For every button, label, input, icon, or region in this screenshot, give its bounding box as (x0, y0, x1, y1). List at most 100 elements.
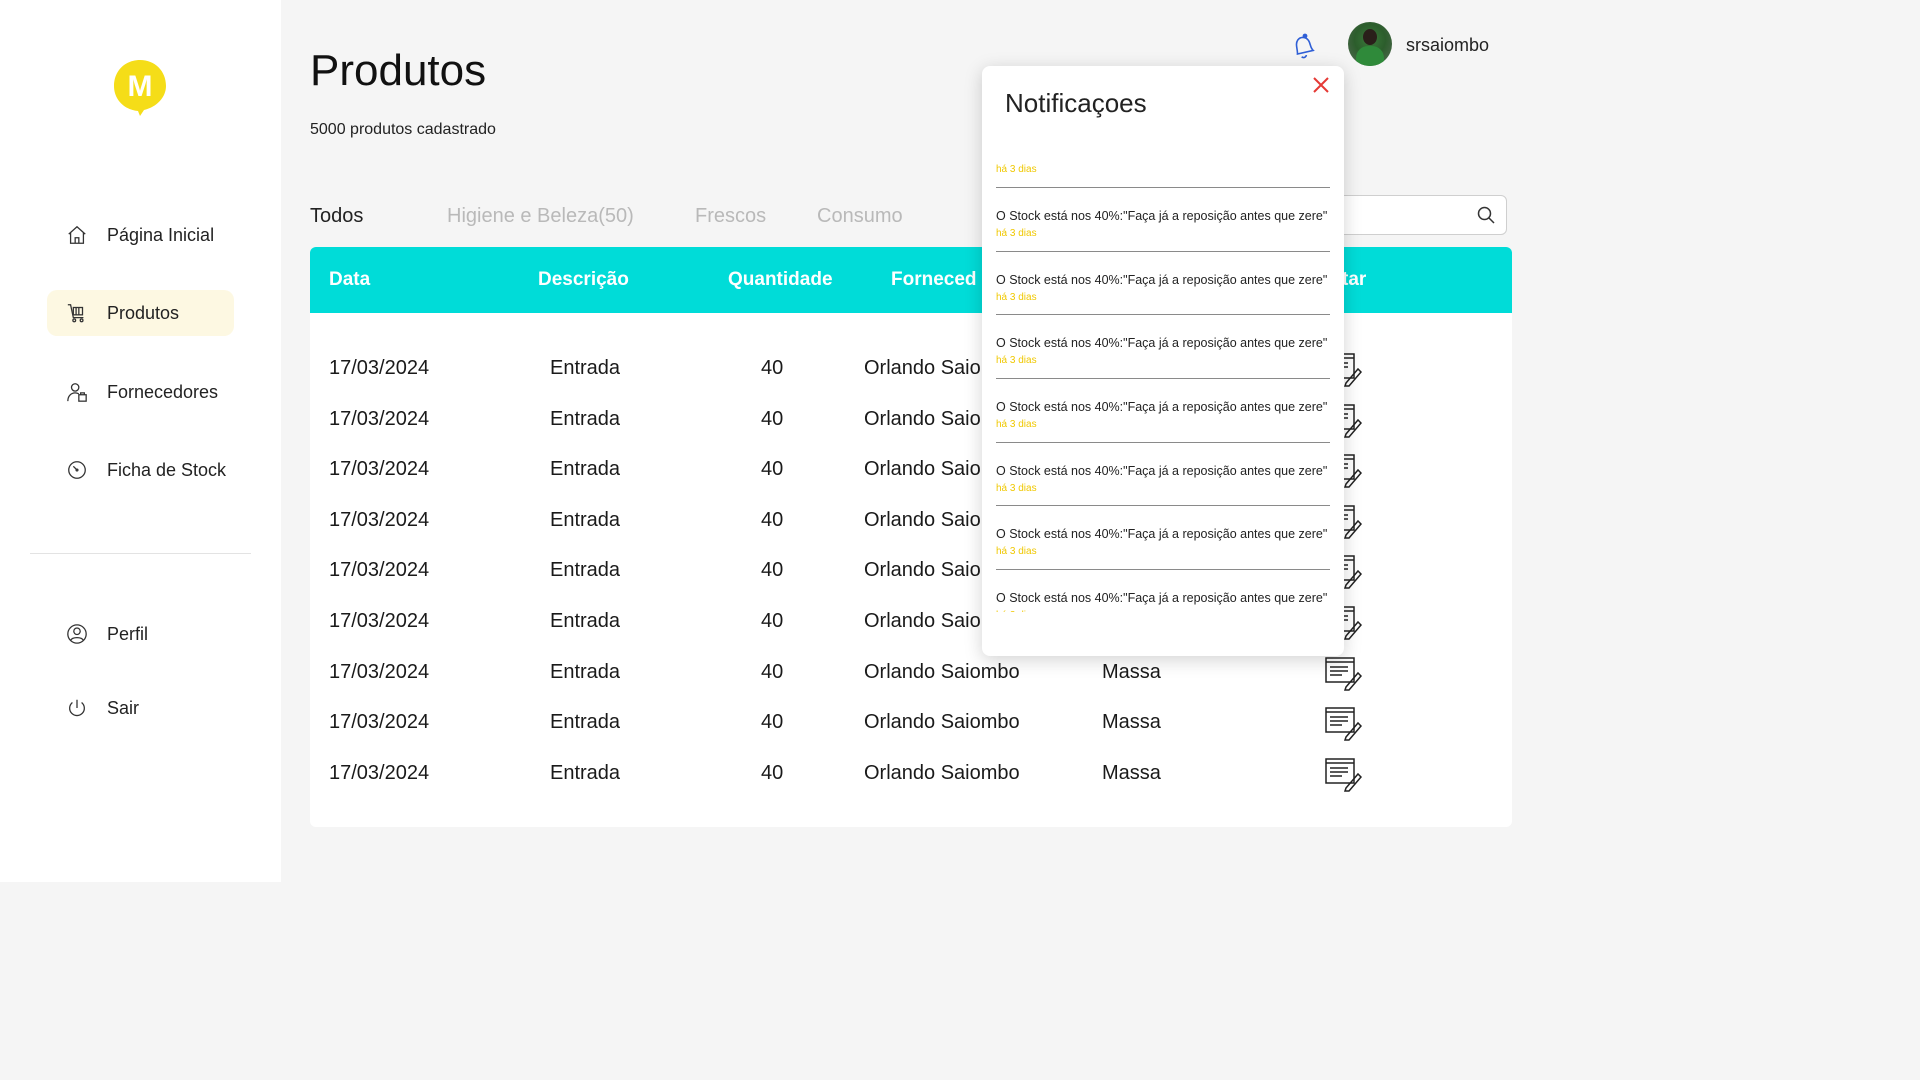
sidebar-item-label: Página Inicial (107, 224, 215, 245)
sidebar-item-perfil[interactable]: Perfil (47, 611, 234, 657)
cell-descricao: Entrada (550, 610, 621, 632)
cell-descricao: Entrada (550, 660, 621, 683)
column-header-editar[interactable]: tar (1342, 269, 1366, 291)
notification-time: há 3 dias (996, 164, 1037, 175)
sidebar-item-label: Perfil (107, 623, 149, 644)
sidebar: M Página Inicial Produtos Fornecedores F… (0, 0, 281, 882)
cell-categoria: Massa (1102, 711, 1161, 734)
cell-date: 17/03/2024 (329, 407, 430, 430)
clock-icon (65, 458, 89, 482)
cell-fornecedor: Orlando Saiombo (864, 711, 1020, 734)
cell-date: 17/03/2024 (329, 458, 430, 481)
username[interactable]: srsaiombo (1406, 35, 1489, 56)
notification-time: há 3 dias (996, 355, 1037, 367)
cell-categoria: Massa (1102, 761, 1161, 784)
search-box (1320, 195, 1507, 235)
cell-quantidade: 40 (761, 508, 784, 531)
cell-fornecedor: Orlando Saio (864, 559, 981, 582)
cell-categoria: Massa (1102, 660, 1161, 683)
cell-fornecedor: Orlando Saio (864, 407, 981, 430)
notification-time: há 3 dias (996, 482, 1037, 494)
sidebar-item-label: Ficha de Stock (107, 459, 227, 480)
cell-fornecedor: Orlando Saio (864, 357, 981, 379)
sidebar-item-fornecedores[interactable]: Fornecedores (47, 369, 234, 415)
notification-item[interactable]: O Stock está nos 40%:"Faça já a reposiçã… (996, 379, 1330, 443)
cell-fornecedor: Orlando Saio (864, 610, 981, 632)
cell-quantidade: 40 (761, 761, 784, 784)
sidebar-item-label: Produtos (107, 302, 180, 323)
edit-icon[interactable] (1324, 703, 1363, 741)
cell-quantidade: 40 (761, 407, 784, 430)
cell-fornecedor: Orlando Saiombo (864, 761, 1020, 784)
cell-fornecedor: Orlando Saiombo (864, 660, 1020, 683)
cell-date: 17/03/2024 (329, 357, 430, 379)
cell-date: 17/03/2024 (329, 761, 430, 784)
page-subtitle: 5000 produtos cadastrado (310, 121, 496, 138)
cell-date: 17/03/2024 (329, 660, 430, 683)
notification-item[interactable]: O Stock está nos 40%:"Faça já a reposiçã… (996, 188, 1330, 252)
notification-item[interactable]: O Stock está nos 40%:"Faça já a reposiçã… (996, 506, 1330, 571)
notifications-list[interactable]: há 3 dias O Stock está nos 40%:"Faça já a… (996, 156, 1330, 612)
cell-descricao: Entrada (550, 559, 621, 582)
cell-quantidade: 40 (761, 711, 784, 734)
sidebar-item-pagina-inicial[interactable]: Página Inicial (47, 212, 234, 258)
edit-icon[interactable] (1324, 754, 1363, 792)
notification-item[interactable]: O Stock está nos 40%:"Faça já a reposiçã… (996, 443, 1330, 507)
sidebar-divider (30, 553, 251, 554)
notification-message: O Stock está nos 40%:"Faça já a reposiçã… (996, 463, 1328, 478)
cell-quantidade: 40 (761, 458, 784, 481)
sidebar-item-label: Sair (107, 697, 140, 718)
table-row: 17/03/2024 Entrada 40 Orlando Saiombo Massa (310, 750, 1512, 800)
sidebar-item-ficha-de-stock[interactable]: Ficha de Stock (47, 447, 234, 493)
tab-higiene-e-beleza[interactable]: Higiene e Beleza(50) (447, 205, 634, 228)
avatar[interactable] (1348, 22, 1392, 66)
notification-message: O Stock está nos 40%:"Faça já a reposiçã… (996, 400, 1328, 415)
edit-icon[interactable] (1324, 653, 1363, 691)
notification-time: há 3 dias (996, 291, 1037, 303)
cell-descricao: Entrada (550, 407, 621, 430)
sidebar-item-produtos[interactable]: Produtos (47, 290, 234, 336)
logo-letter: M (128, 70, 153, 103)
profile-icon (65, 622, 89, 646)
notifications-title: Notificaçoes (1005, 88, 1147, 118)
tab-consumo[interactable]: Consumo (817, 205, 903, 228)
notification-message: O Stock está nos 40%:"Faça já a reposiçã… (996, 336, 1328, 351)
close-icon[interactable] (1310, 74, 1332, 96)
notification-message: O Stock está nos 40%:"Faça já a reposiçã… (996, 272, 1328, 287)
power-icon (65, 696, 89, 720)
notification-item[interactable]: O Stock está nos 40%:"Faça já a reposiçã… (996, 570, 1330, 612)
sidebar-item-label: Fornecedores (107, 381, 219, 402)
cell-fornecedor: Orlando Saio (864, 458, 981, 481)
column-header-descricao[interactable]: Descrição (538, 269, 629, 291)
app-logo[interactable]: M (112, 58, 168, 118)
cell-quantidade: 40 (761, 660, 784, 683)
notifications-panel: Notificaçoes há 3 dias O Stock está nos 4… (982, 66, 1344, 656)
notification-message: O Stock está nos 40%:"Faça já a reposiçã… (996, 591, 1328, 606)
notification-item[interactable]: O Stock está nos 40%:"Faça já a reposiçã… (996, 315, 1330, 380)
cell-fornecedor: Orlando Saio (864, 508, 981, 531)
notification-item[interactable]: há 3 dias (996, 156, 1330, 188)
tab-frescos[interactable]: Frescos (695, 205, 766, 228)
cell-date: 17/03/2024 (329, 559, 430, 582)
column-header-quantidade[interactable]: Quantidade (728, 269, 833, 291)
page-title: Produtos (310, 46, 487, 95)
search-icon[interactable] (1476, 205, 1496, 225)
notification-time: há 3 dias (996, 419, 1037, 431)
sidebar-item-sair[interactable]: Sair (47, 685, 234, 731)
notification-time: há 3 dias (996, 546, 1037, 558)
cell-quantidade: 40 (761, 610, 784, 632)
search-input[interactable] (1331, 196, 1471, 234)
bell-icon[interactable] (1286, 30, 1318, 62)
tab-todos[interactable]: Todos (310, 205, 363, 228)
notification-message: O Stock está nos 40%:"Faça já a reposiçã… (996, 209, 1328, 223)
cell-descricao: Entrada (550, 711, 621, 734)
cell-date: 17/03/2024 (329, 711, 430, 734)
column-header-fornecedor[interactable]: Forneced (891, 269, 977, 291)
notification-item[interactable]: O Stock está nos 40%:"Faça já a reposiçã… (996, 252, 1330, 316)
user-box-icon (65, 380, 89, 404)
notification-time: há 3 dias (996, 228, 1037, 239)
cell-descricao: Entrada (550, 458, 621, 481)
cell-descricao: Entrada (550, 357, 621, 379)
notification-time: há 3 dias (996, 610, 1037, 612)
column-header-data[interactable]: Data (329, 269, 370, 291)
